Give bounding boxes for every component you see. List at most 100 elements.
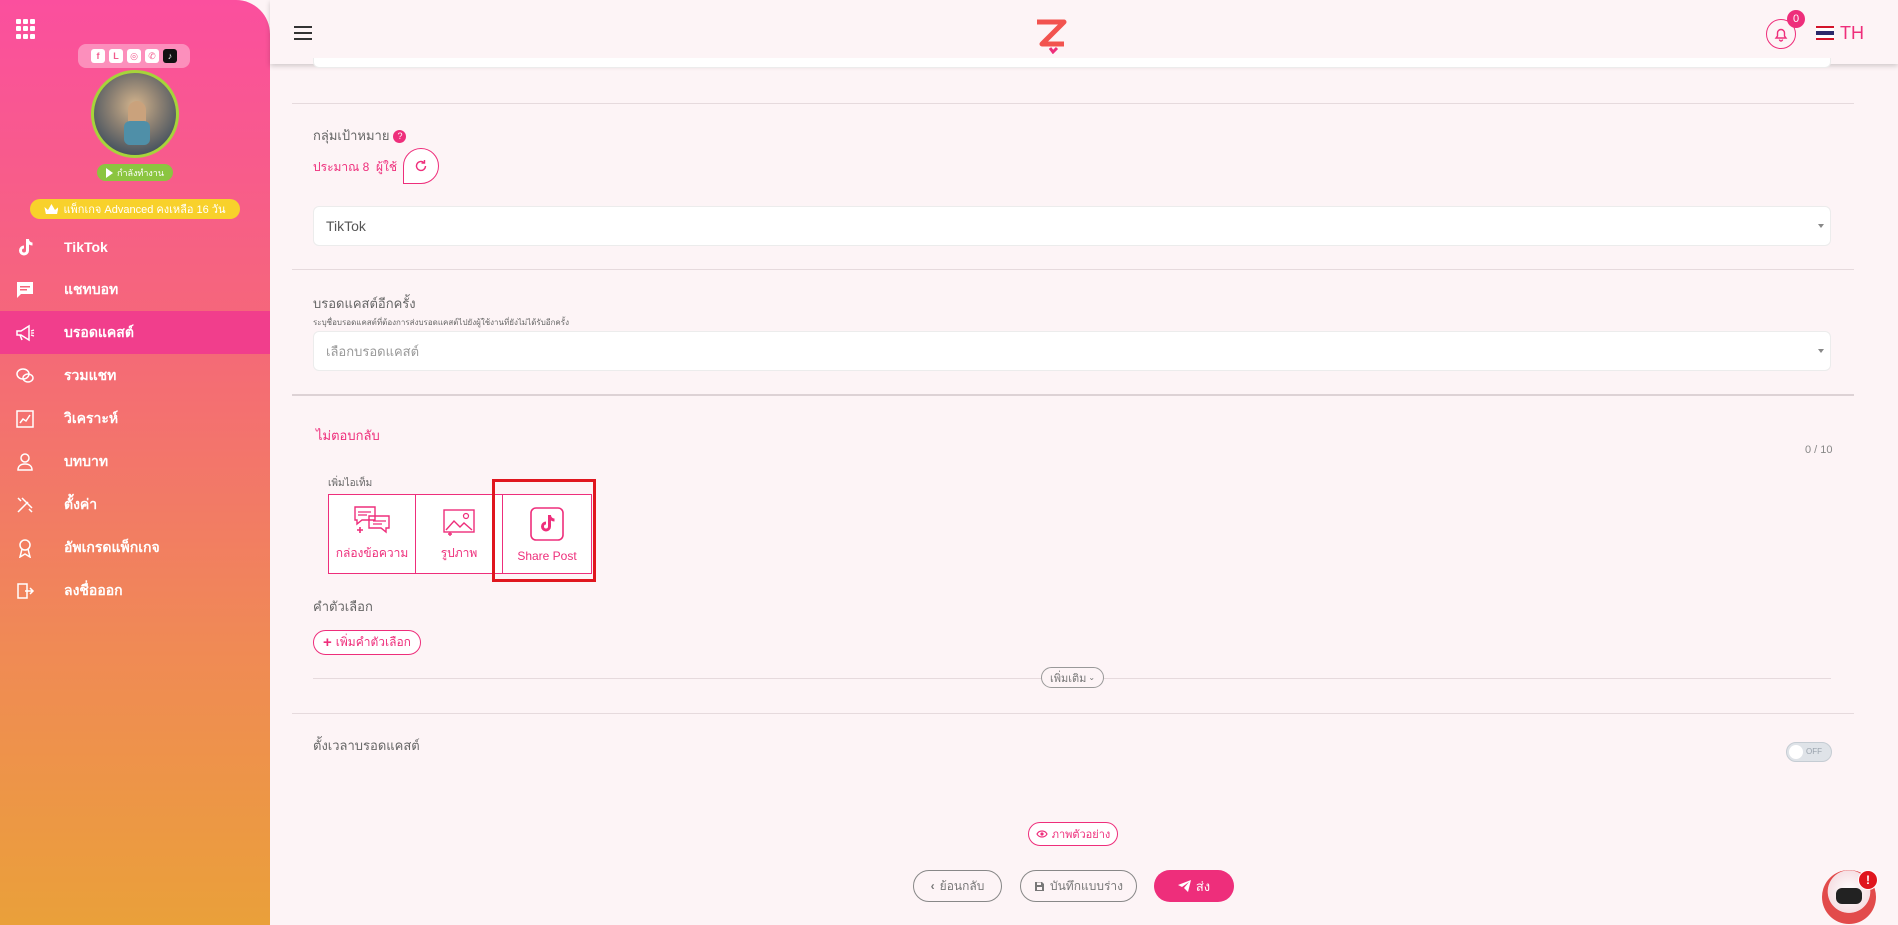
sidebar-item-analytics[interactable]: วิเคราะห์ — [0, 397, 270, 440]
preview-button[interactable]: ภาพตัวอย่าง — [1028, 822, 1118, 846]
instagram-icon[interactable]: ◎ — [127, 49, 141, 63]
tiktok-icon[interactable]: ♪ — [163, 49, 177, 63]
add-item-label: เพิ่มไอเท็ม — [328, 478, 373, 489]
sidebar-item-label: แชทบอท — [64, 280, 119, 297]
sidebar-item-label: รวมแชท — [64, 366, 117, 383]
add-message-box-button[interactable]: กล่องข้อความ — [328, 494, 416, 574]
sidebar-item-label: อัพเกรดแพ็กเกจ — [64, 538, 160, 555]
sidebar-item-upgrade[interactable]: อัพเกรดแพ็กเกจ — [0, 526, 270, 569]
play-icon — [106, 167, 113, 178]
back-label: ย้อนกลับ — [939, 878, 985, 893]
message-box-icon — [354, 506, 390, 534]
divider — [292, 103, 1854, 104]
platform-select-value: TikTok — [326, 218, 366, 234]
sidebar-item-logout[interactable]: ลงชื่อออก — [0, 569, 270, 612]
user-icon — [14, 451, 36, 473]
sidebar-item-label: TikTok — [64, 238, 108, 255]
sidebar-item-label: บรอดแคสต์ — [64, 323, 134, 340]
target-group-title: กลุ่มเป้าหมาย? — [313, 125, 407, 146]
estimate-prefix: ประมาณ 8 — [313, 160, 370, 174]
divider — [292, 713, 1854, 714]
chevron-down-icon — [1818, 349, 1824, 353]
add-image-button[interactable]: รูปภาพ — [415, 494, 503, 574]
refresh-button[interactable] — [403, 148, 439, 184]
sidebar-item-settings[interactable]: ตั้งค่า — [0, 483, 270, 526]
broadcast-form: กลุ่มเป้าหมาย? ประมาณ 8 ผู้ใช้ TikTok บร… — [292, 58, 1854, 925]
rebroadcast-hint: ระบุชื่อบรอดแคสต์ที่ต้องการส่งบรอดแคสต์ไ… — [313, 318, 569, 327]
estimate-unit: ผู้ใช้ — [375, 160, 398, 174]
previous-field — [313, 58, 1831, 68]
toggle-label: OFF — [1806, 747, 1822, 756]
megaphone-icon — [14, 322, 36, 344]
sidebar-item-label: ลงชื่อออก — [64, 581, 123, 598]
chevron-down-icon: ⌄ — [1088, 673, 1096, 682]
chatbot-alert-badge: ! — [1858, 870, 1878, 890]
robot-icon — [1836, 888, 1862, 904]
language-selector[interactable]: TH — [1840, 23, 1864, 44]
sidebar-item-label: ตั้งค่า — [64, 495, 98, 512]
notification-count-badge: 0 — [1787, 10, 1805, 28]
sidebar-nav: TikTok แชทบอท บรอดแคสต์ รวมแชท วิเคราะห์ — [0, 225, 270, 612]
logout-icon — [14, 580, 36, 602]
add-option-label: เพิ่มคำตัวเลือก — [335, 635, 411, 649]
sidebar-item-label: วิเคราะห์ — [64, 409, 119, 426]
package-label: แพ็กเกจ Advanced คงเหลือ 16 วัน — [63, 204, 226, 216]
facebook-icon[interactable]: f — [91, 49, 105, 63]
schedule-title: ตั้งเวลาบรอดแคสต์ — [313, 738, 420, 753]
whatsapp-icon[interactable]: ✆ — [145, 49, 159, 63]
no-reply-title: ไม่ตอบกลับ — [316, 428, 380, 443]
send-button[interactable]: ส่ง — [1154, 870, 1234, 902]
settings-icon — [14, 494, 36, 516]
more-label: เพิ่มเติม — [1049, 672, 1087, 685]
hamburger-menu-icon[interactable] — [294, 26, 312, 40]
help-icon[interactable]: ? — [393, 129, 407, 143]
schedule-toggle[interactable]: OFF — [1786, 742, 1832, 762]
share-post-highlight — [492, 479, 596, 582]
tiktok-icon — [14, 236, 36, 258]
sidebar-item-roles[interactable]: บทบาท — [0, 440, 270, 483]
sidebar: f L ◎ ✆ ♪ กำลังทำงาน แพ็กเกจ Advanced คง… — [0, 0, 270, 925]
crown-icon — [44, 204, 59, 214]
save-draft-button[interactable]: บันทึกแบบร่าง — [1020, 870, 1137, 902]
sidebar-item-label: บทบาท — [64, 452, 109, 469]
add-option-button[interactable]: + เพิ่มคำตัวเลือก — [313, 630, 421, 655]
preview-label: ภาพตัวอย่าง — [1051, 829, 1111, 841]
item-counter: 0 / 10 — [1805, 444, 1833, 456]
analytics-icon — [14, 408, 36, 430]
avatar[interactable] — [91, 70, 179, 158]
plus-icon: + — [323, 634, 332, 651]
zwiz-logo[interactable] — [1034, 18, 1068, 54]
sidebar-item-broadcast[interactable]: บรอดแคสต์ — [0, 311, 270, 354]
sidebar-item-chatbot[interactable]: แชทบอท — [0, 268, 270, 311]
back-button[interactable]: ‹ ย้อนกลับ — [913, 870, 1002, 902]
status-badge[interactable]: กำลังทำงาน — [97, 164, 173, 181]
thai-flag-icon[interactable] — [1816, 26, 1834, 40]
save-draft-label: บันทึกแบบร่าง — [1049, 878, 1123, 893]
chevron-down-icon — [1818, 224, 1824, 228]
bell-icon — [1774, 28, 1788, 42]
line-icon[interactable]: L — [109, 49, 123, 63]
target-group-label: กลุ่มเป้าหมาย — [313, 128, 390, 143]
sidebar-item-tiktok[interactable]: TikTok — [0, 225, 270, 268]
toggle-knob — [1789, 745, 1803, 759]
status-label: กำลังทำงาน — [117, 167, 164, 178]
package-badge[interactable]: แพ็กเกจ Advanced คงเหลือ 16 วัน — [30, 199, 240, 219]
image-icon — [443, 509, 475, 536]
rebroadcast-title: บรอดแคสต์อีกครั้ง — [313, 296, 416, 311]
options-title: คำตัวเลือก — [313, 599, 373, 614]
platform-select[interactable]: TikTok — [313, 206, 1831, 246]
chat-icon — [14, 279, 36, 301]
award-icon — [14, 537, 36, 559]
chats-icon — [14, 365, 36, 387]
sidebar-item-all-chats[interactable]: รวมแชท — [0, 354, 270, 397]
more-button[interactable]: เพิ่มเติม ⌄ — [1041, 667, 1104, 688]
divider — [292, 269, 1854, 270]
apps-grid-icon[interactable] — [16, 19, 36, 39]
top-bar: 0 TH — [270, 0, 1898, 64]
rebroadcast-select-placeholder: เลือกบรอดแคสต์ — [326, 343, 420, 359]
audience-estimate: ประมาณ 8 ผู้ใช้ — [313, 158, 397, 177]
rebroadcast-select[interactable]: เลือกบรอดแคสต์ — [313, 331, 1831, 371]
paper-plane-icon — [1177, 880, 1191, 892]
refresh-icon — [415, 160, 427, 172]
send-label: ส่ง — [1195, 878, 1211, 894]
